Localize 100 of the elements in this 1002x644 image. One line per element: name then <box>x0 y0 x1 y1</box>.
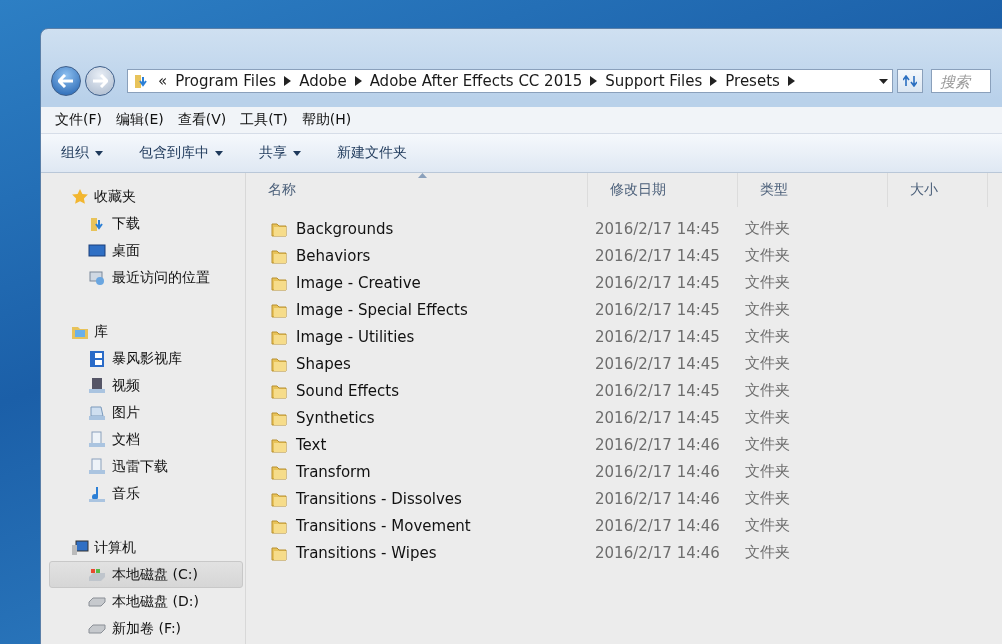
file-row[interactable]: Transitions - Wipes 2016/2/17 14:46 文件夹 <box>246 539 1002 566</box>
nav-item[interactable]: 桌面 <box>49 237 243 264</box>
file-row[interactable]: Shapes 2016/2/17 14:45 文件夹 <box>246 350 1002 377</box>
menu-item[interactable]: 文件(F) <box>49 111 108 129</box>
file-row[interactable]: Synthetics 2016/2/17 14:45 文件夹 <box>246 404 1002 431</box>
file-name: Backgrounds <box>296 219 394 238</box>
file-type: 文件夹 <box>744 543 791 562</box>
modified-date: 2016/2/17 14:45 <box>594 273 721 292</box>
toolbar-button[interactable]: 组织 <box>61 144 103 162</box>
modified-date: 2016/2/17 14:45 <box>594 327 721 346</box>
menu-item[interactable]: 查看(V) <box>171 111 233 129</box>
drive-icon <box>88 623 106 634</box>
file-type: 文件夹 <box>744 273 791 292</box>
nav-item[interactable]: 下载 <box>49 210 243 237</box>
file-type: 文件夹 <box>744 219 791 238</box>
breadcrumb-segment[interactable]: Presets <box>725 72 780 90</box>
file-row[interactable]: Behaviors 2016/2/17 14:45 文件夹 <box>246 242 1002 269</box>
chevron-right-icon <box>590 76 598 86</box>
nav-item[interactable]: 图片 <box>49 399 243 426</box>
nav-item[interactable]: 最近访问的位置 <box>49 264 243 291</box>
monitor-icon <box>88 241 106 260</box>
chevron-right-icon <box>284 76 292 86</box>
arrow-left-icon <box>58 74 74 88</box>
file-type: 文件夹 <box>744 300 791 319</box>
menu-item[interactable]: 工具(T) <box>234 111 294 129</box>
nav-item[interactable]: 视频 <box>49 372 243 399</box>
modified-date: 2016/2/17 14:45 <box>594 408 721 427</box>
file-row[interactable]: Transitions - Dissolves 2016/2/17 14:46 文件夹 <box>246 485 1002 512</box>
document-icon <box>88 457 106 476</box>
music-note-icon <box>88 484 106 503</box>
modified-date: 2016/2/17 14:45 <box>594 246 721 265</box>
nav-item[interactable]: 迅雷下载 <box>49 453 243 480</box>
forward-button[interactable] <box>85 66 115 96</box>
nav-item[interactable]: 暴风影视库 <box>49 345 243 372</box>
file-row[interactable]: Transform 2016/2/17 14:46 文件夹 <box>246 458 1002 485</box>
column-header[interactable]: 类型 <box>738 173 888 207</box>
nav-group-header[interactable]: 库 <box>41 318 245 345</box>
file-name: Transform <box>296 462 371 481</box>
file-name: Transitions - Dissolves <box>296 489 462 508</box>
file-row[interactable]: Text 2016/2/17 14:46 文件夹 <box>246 431 1002 458</box>
breadcrumb-segment[interactable]: Adobe <box>299 72 347 90</box>
nav-item[interactable]: 文档 <box>49 426 243 453</box>
file-name: Shapes <box>296 354 351 373</box>
toolbar-button[interactable]: 共享 <box>259 144 301 162</box>
nav-group-header[interactable]: 计算机 <box>41 534 245 561</box>
file-row[interactable]: Transitions - Movement 2016/2/17 14:46 文件夹 <box>246 512 1002 539</box>
file-row[interactable]: Sound Effects 2016/2/17 14:45 文件夹 <box>246 377 1002 404</box>
film-icon <box>88 349 106 368</box>
modified-date: 2016/2/17 14:46 <box>594 489 721 508</box>
modified-date: 2016/2/17 14:46 <box>594 516 721 535</box>
file-name: Image - Utilities <box>296 327 415 346</box>
modified-date: 2016/2/17 14:45 <box>594 381 721 400</box>
up-down-arrows-icon <box>903 75 917 87</box>
file-name: Image - Creative <box>296 273 421 292</box>
arrow-right-icon <box>92 74 108 88</box>
sort-arrow-icon <box>418 173 427 178</box>
refresh-button[interactable] <box>897 69 923 93</box>
folder-icon <box>132 72 150 90</box>
nav-item[interactable]: 音乐 <box>49 480 243 507</box>
chevron-right-icon <box>710 76 718 86</box>
toolbar-button[interactable]: 新建文件夹 <box>337 144 407 162</box>
menu-item[interactable]: 帮助(H) <box>295 111 358 129</box>
file-type: 文件夹 <box>744 327 791 346</box>
caret-down-icon <box>215 150 223 156</box>
column-header[interactable]: 大小 <box>888 173 988 207</box>
file-name: Sound Effects <box>296 381 399 400</box>
overflow-mark[interactable]: « <box>158 72 168 90</box>
modified-date: 2016/2/17 14:45 <box>594 354 721 373</box>
breadcrumb-segment[interactable]: Adobe After Effects CC 2015 <box>369 72 583 90</box>
caret-down-icon <box>293 150 301 156</box>
file-name: Transitions - Movement <box>296 516 471 535</box>
breadcrumb-segment[interactable]: Program Files <box>175 72 277 90</box>
breadcrumb-segment[interactable]: Support Files <box>605 72 703 90</box>
file-row[interactable]: Image - Creative 2016/2/17 14:45 文件夹 <box>246 269 1002 296</box>
search-field[interactable]: 搜索 <box>931 69 991 93</box>
nav-item[interactable]: 本地磁盘 (D:) <box>49 588 243 615</box>
file-row[interactable]: Image - Utilities 2016/2/17 14:45 文件夹 <box>246 323 1002 350</box>
file-name: Image - Special Effects <box>296 300 468 319</box>
back-button[interactable] <box>51 66 81 96</box>
caret-down-icon <box>95 150 103 156</box>
file-row[interactable]: Image - Special Effects 2016/2/17 14:45 文件夹 <box>246 296 1002 323</box>
column-header[interactable]: 名称 <box>246 173 588 207</box>
nav-item[interactable]: 新加卷 (F:) <box>49 615 243 642</box>
nav-item[interactable]: 本地磁盘 (C:) <box>49 561 243 588</box>
file-name: Text <box>296 435 327 454</box>
modified-date: 2016/2/17 14:46 <box>594 462 721 481</box>
file-name: Behaviors <box>296 246 371 265</box>
file-type: 文件夹 <box>744 516 791 535</box>
nav-group-header[interactable]: 收藏夹 <box>41 183 245 210</box>
menu-item[interactable]: 编辑(E) <box>110 111 170 129</box>
drive-icon <box>88 596 106 607</box>
address-bar[interactable]: « Program Files Adobe Adobe After Effects CC 2015 Support Files Presets <box>127 69 893 93</box>
dropdown-arrow-icon[interactable] <box>879 78 888 84</box>
file-type: 文件夹 <box>744 462 791 481</box>
file-type: 文件夹 <box>744 489 791 508</box>
file-type: 文件夹 <box>744 246 791 265</box>
file-type: 文件夹 <box>744 381 791 400</box>
toolbar-button[interactable]: 包含到库中 <box>139 144 223 162</box>
file-row[interactable]: Backgrounds 2016/2/17 14:45 文件夹 <box>246 215 1002 242</box>
column-header[interactable]: 修改日期 <box>588 173 738 207</box>
